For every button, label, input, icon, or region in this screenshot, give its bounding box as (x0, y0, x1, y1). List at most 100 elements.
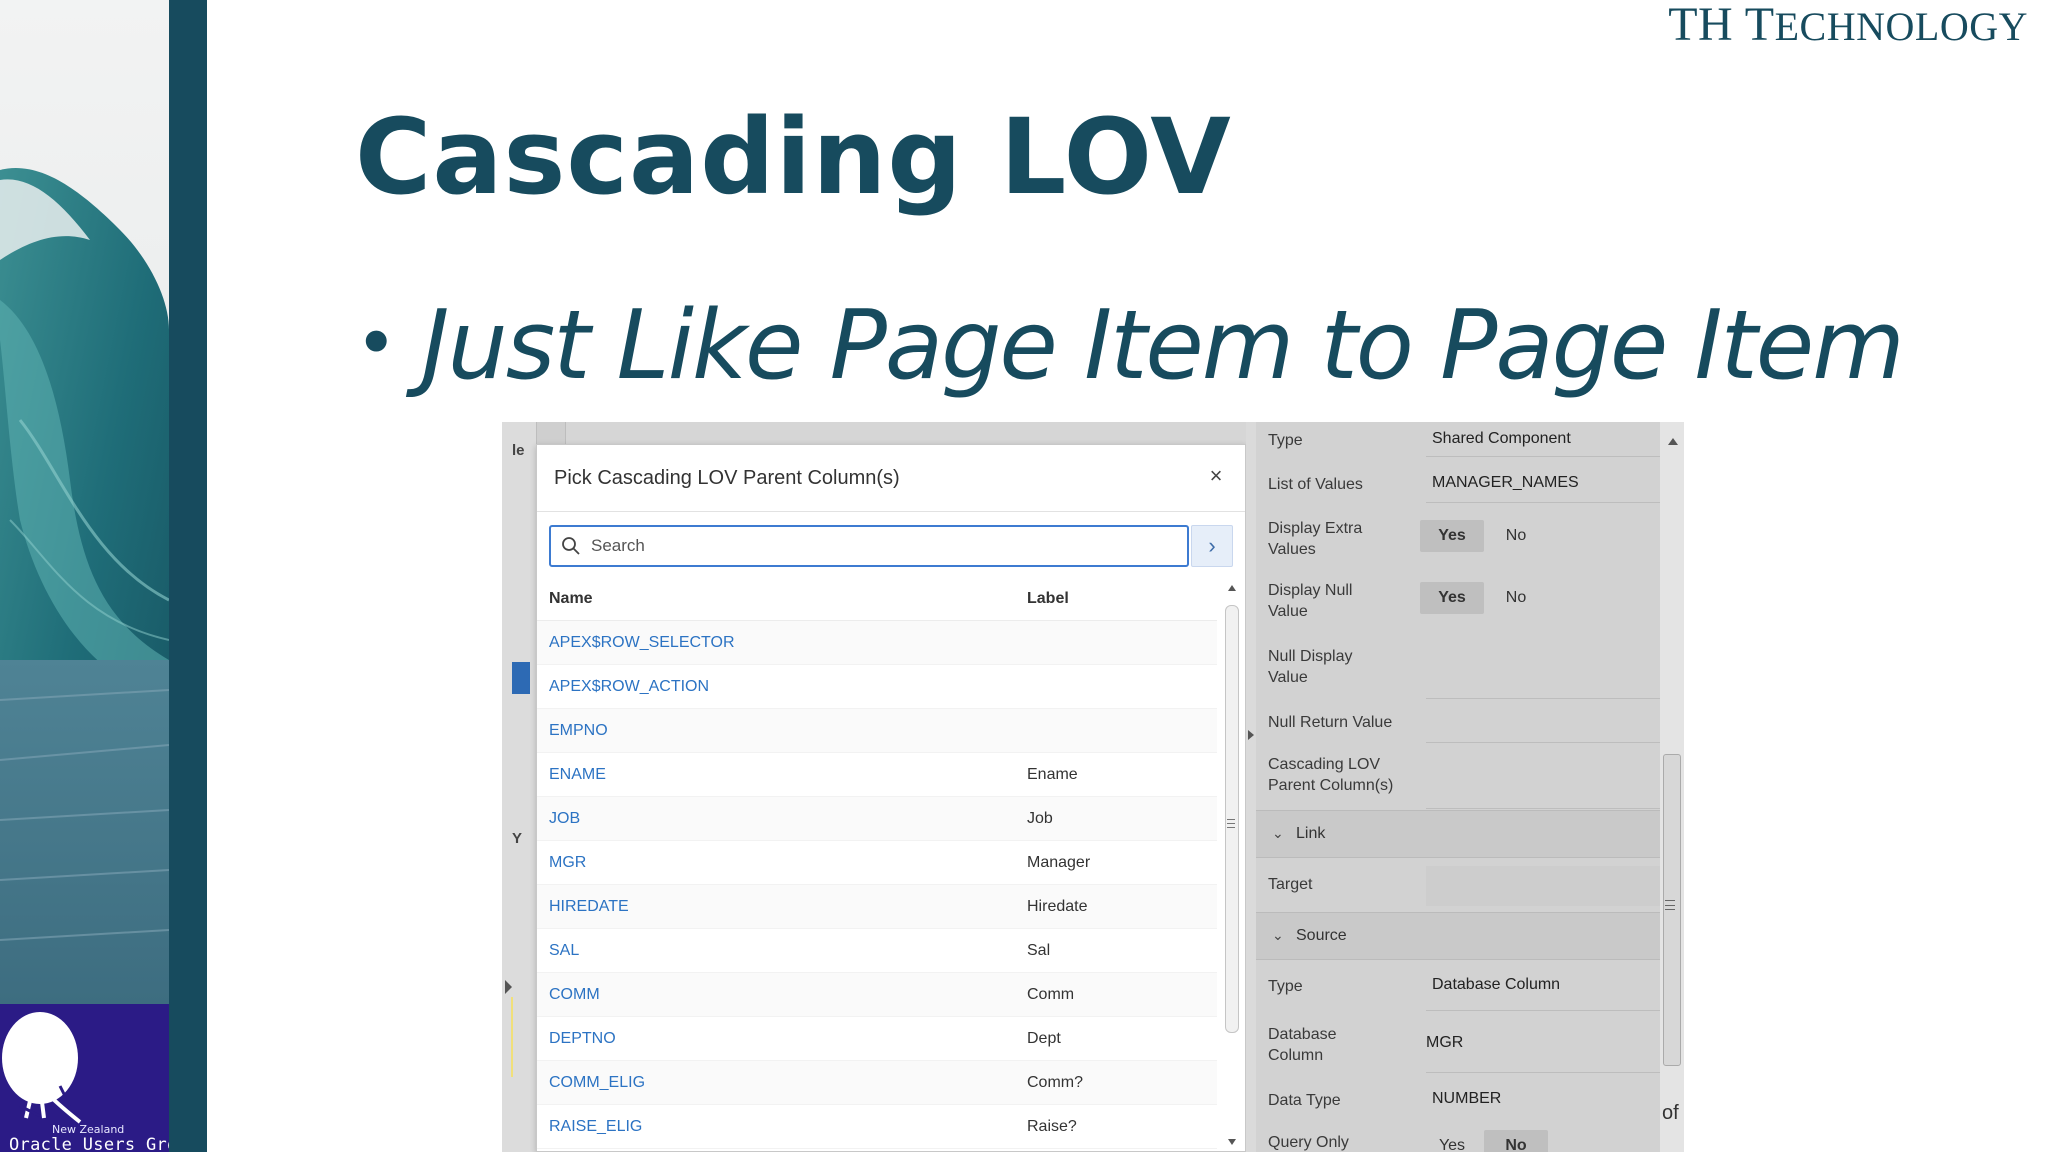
table-row[interactable]: APEX$ROW_SELECTOR (537, 621, 1217, 665)
property-scrollbar[interactable]: of ' (1660, 422, 1684, 1152)
prop-underline (1426, 1010, 1660, 1011)
section-source[interactable]: ⌄ Source (1256, 912, 1660, 960)
row-name-link[interactable]: DEPTNO (549, 1030, 616, 1048)
prop-value[interactable]: NUMBER (1432, 1090, 1501, 1108)
scroll-up-icon[interactable] (1228, 585, 1236, 591)
prop-list-of-values: List of Values MANAGER_NAMES (1256, 458, 1660, 504)
table-row[interactable]: SAL Sal (537, 929, 1217, 973)
row-name-link[interactable]: COMM (549, 986, 600, 1004)
grip-icon (1227, 819, 1235, 828)
expand-arrow-icon[interactable] (505, 980, 512, 994)
row-name-link[interactable]: RAISE_ELIG (549, 1118, 642, 1136)
prop-label-line: Column (1268, 1047, 1324, 1064)
row-label: Job (1027, 810, 1053, 827)
row-name-link[interactable]: COMM_ELIG (549, 1074, 645, 1092)
row-name-link[interactable]: SAL (549, 942, 579, 960)
prop-target: Target (1256, 858, 1660, 912)
prop-label-line: Cascading LOV (1268, 756, 1381, 773)
scroll-thumb[interactable] (1663, 754, 1681, 1066)
row-name-link[interactable]: APEX$ROW_ACTION (549, 678, 709, 696)
selection-marker (512, 662, 530, 694)
prop-input-underline[interactable] (1426, 698, 1660, 699)
row-name-link[interactable]: JOB (549, 810, 580, 828)
table-row[interactable]: COMM_ELIG Comm? (537, 1061, 1217, 1105)
kiwi-bird-icon (2, 1012, 82, 1124)
row-label: Ename (1027, 766, 1078, 783)
prop-label: Null Return Value (1268, 714, 1393, 731)
row-label: Hiredate (1027, 898, 1088, 915)
dialog-scrollbar[interactable] (1223, 583, 1241, 1151)
prop-label: List of Values (1268, 476, 1363, 493)
table-row[interactable]: MGR Manager (537, 841, 1217, 885)
column-header-label[interactable]: Label (1027, 590, 1069, 608)
row-label: Manager (1027, 854, 1091, 871)
table-row[interactable]: HIREDATE Hiredate (537, 885, 1217, 929)
section-link[interactable]: ⌄ Link (1256, 810, 1660, 858)
table-row[interactable]: RAISE_ELIG Raise? (537, 1105, 1217, 1149)
section-label: Source (1296, 927, 1347, 944)
prop-label-line: Parent Column(s) (1268, 777, 1394, 794)
toggle-yes-button[interactable]: Yes (1420, 1130, 1484, 1152)
dialog-divider (537, 511, 1245, 512)
column-header-name[interactable]: Name (549, 590, 593, 608)
prop-value[interactable]: MANAGER_NAMES (1432, 474, 1579, 492)
prop-label-line: Display Null (1268, 582, 1353, 599)
prop-label: Database Column (1268, 1024, 1337, 1066)
prop-query-only: Query Only Yes No (1256, 1118, 1660, 1152)
right-fragment: of ' (1662, 1102, 1684, 1124)
table-row[interactable]: JOB Job (537, 797, 1217, 841)
table-row[interactable]: COMM Comm (537, 973, 1217, 1017)
close-icon[interactable]: × (1203, 463, 1229, 489)
logo-name: Oracle Users Group (9, 1135, 169, 1152)
grid-header: Name Label (537, 577, 1217, 621)
search-input[interactable] (591, 533, 1171, 559)
prop-database-column: Database Column MGR (1256, 1012, 1660, 1074)
scroll-up-icon[interactable] (1668, 438, 1678, 445)
pick-parent-column-dialog: Pick Cascading LOV Parent Column(s) × › … (536, 444, 1246, 1152)
grid-rows: APEX$ROW_SELECTOR APEX$ROW_ACTION EMPNO … (537, 621, 1217, 1149)
column-grid: Name Label APEX$ROW_SELECTOR APEX$ROW_AC… (537, 577, 1217, 1152)
chevron-down-icon: ⌄ (1272, 825, 1284, 841)
highlight-line (511, 997, 513, 1077)
left-pane-fragment-top: le (512, 442, 525, 459)
prop-underline (1426, 456, 1660, 457)
prop-input-underline[interactable] (1426, 808, 1660, 809)
chevron-down-icon: ⌄ (1272, 927, 1284, 943)
toggle-no-button[interactable]: No (1484, 520, 1548, 552)
prop-value[interactable]: MGR (1426, 1034, 1463, 1052)
prop-label: Display Null Value (1268, 580, 1352, 622)
row-name-link[interactable]: HIREDATE (549, 898, 629, 916)
toggle-no-button[interactable]: No (1484, 582, 1548, 614)
toggle-yes-button[interactable]: Yes (1420, 582, 1484, 614)
prop-input-underline[interactable] (1426, 742, 1660, 743)
prop-label-line: Database (1268, 1026, 1337, 1043)
row-name-link[interactable]: EMPNO (549, 722, 608, 740)
splitter-handle[interactable] (1246, 422, 1256, 1152)
grip-icon (1665, 900, 1675, 910)
toggle-yes-button[interactable]: Yes (1420, 520, 1484, 552)
prop-value[interactable]: Shared Component (1432, 430, 1571, 448)
prop-label: Type (1268, 978, 1303, 995)
row-label: Comm? (1027, 1074, 1084, 1091)
prop-label: Target (1268, 876, 1313, 893)
target-field[interactable] (1426, 866, 1660, 906)
table-row[interactable]: DEPTNO Dept (537, 1017, 1217, 1061)
prop-label: Query Only (1268, 1134, 1349, 1151)
display-extra-toggle: Yes No (1420, 520, 1548, 552)
toggle-no-button[interactable]: No (1484, 1130, 1548, 1152)
table-row[interactable]: EMPNO (537, 709, 1217, 753)
left-pane-fragment-mid: Y (512, 830, 523, 847)
table-row[interactable]: ENAME Ename (537, 753, 1217, 797)
table-row[interactable]: APEX$ROW_ACTION (537, 665, 1217, 709)
row-name-link[interactable]: MGR (549, 854, 586, 872)
row-name-link[interactable]: ENAME (549, 766, 606, 784)
brand-text-large: TH T (1668, 0, 1775, 51)
apex-screenshot: le Y Pick Cascading LOV Parent Column(s)… (502, 422, 1684, 1152)
search-go-button[interactable]: › (1191, 525, 1233, 567)
row-name-link[interactable]: APEX$ROW_SELECTOR (549, 634, 735, 652)
row-label: Comm (1027, 986, 1075, 1003)
display-null-toggle: Yes No (1420, 582, 1548, 614)
collapse-arrow-icon[interactable] (1248, 730, 1254, 740)
scroll-down-icon[interactable] (1228, 1139, 1236, 1145)
prop-value[interactable]: Database Column (1432, 976, 1560, 994)
